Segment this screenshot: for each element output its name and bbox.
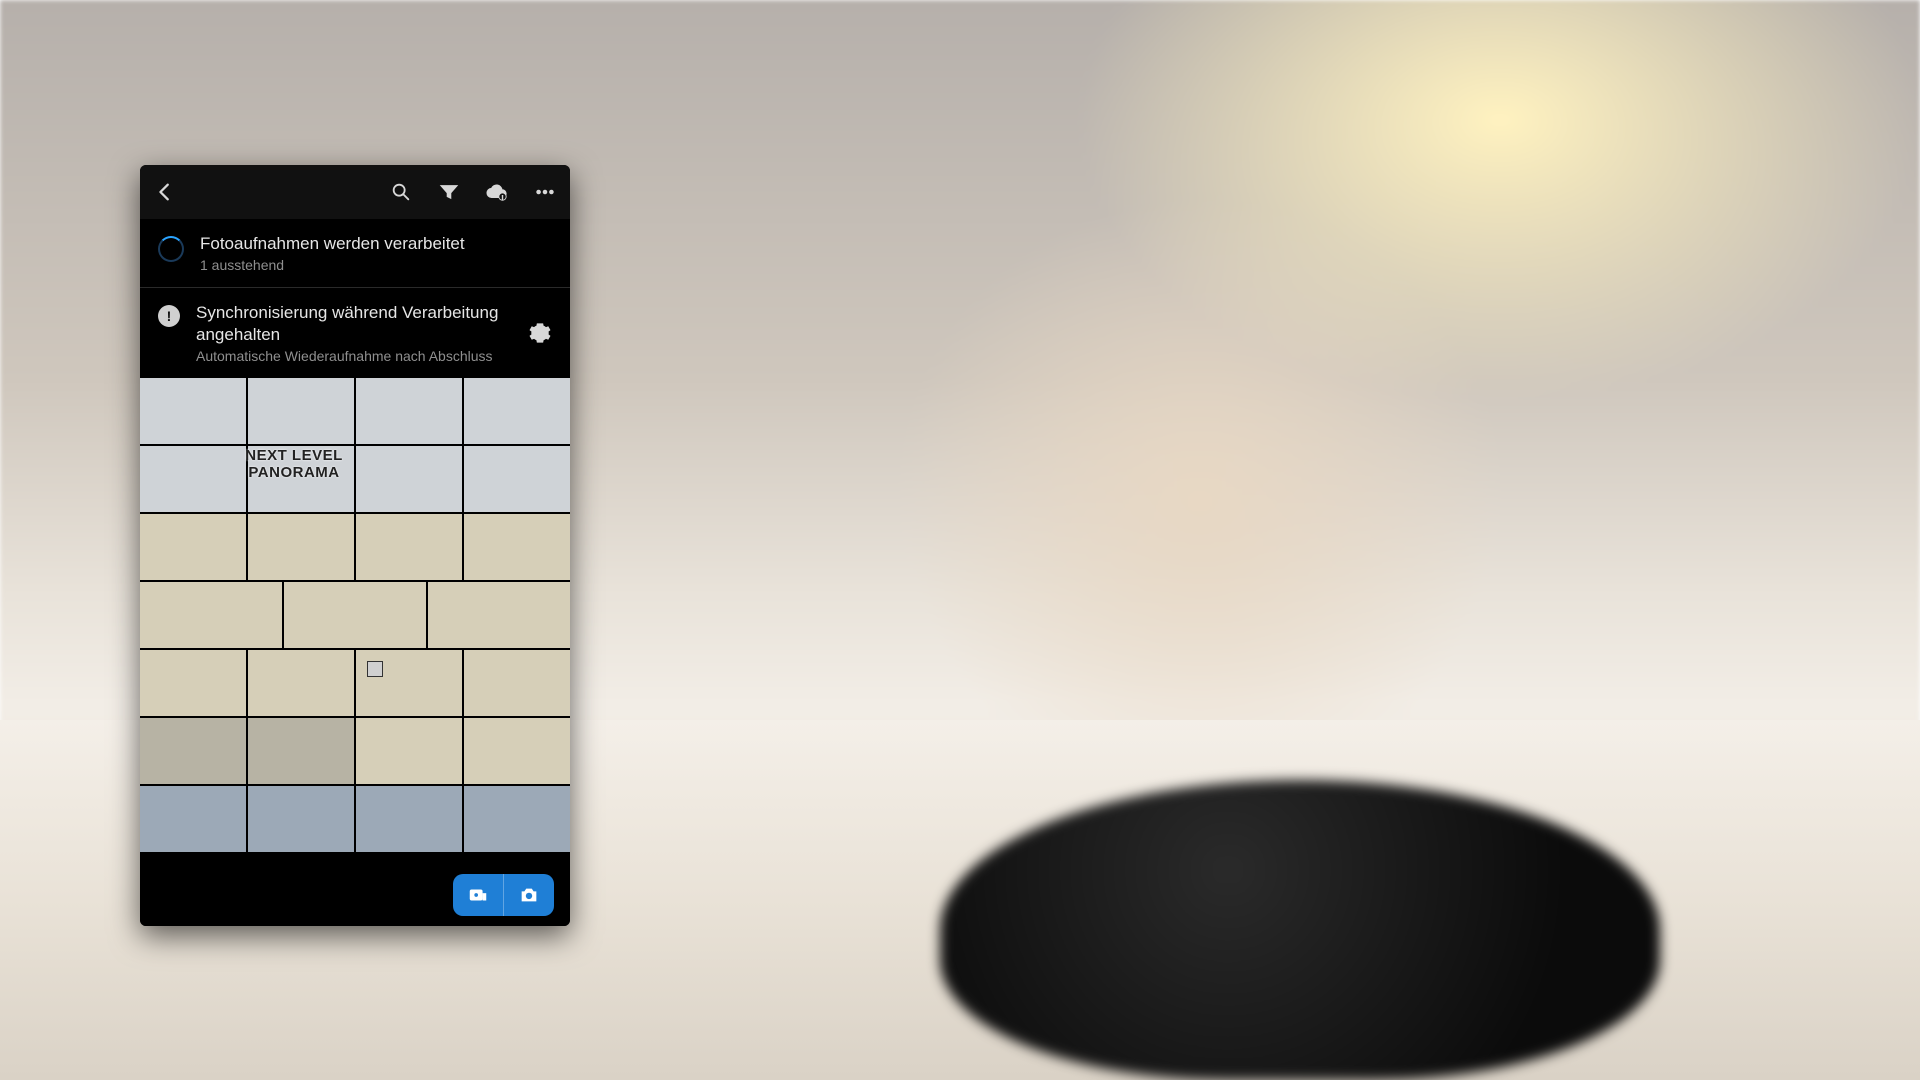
info-icon: ! — [158, 305, 180, 327]
cloud-sync-icon[interactable]: ! — [482, 177, 512, 207]
sync-subtitle: Automatische Wiederaufnahme nach Abschlu… — [196, 348, 512, 364]
add-photos-pill — [453, 874, 554, 916]
processing-title: Fotoaufnahmen werden verarbeitet — [200, 233, 465, 254]
processing-status-row[interactable]: Fotoaufnahmen werden verarbeitet 1 ausst… — [140, 219, 570, 288]
app-toolbar: ! — [140, 165, 570, 219]
sync-title: Synchronisierung während Verarbeitung an… — [196, 302, 512, 345]
search-icon[interactable] — [386, 177, 416, 207]
spinner-icon — [158, 236, 184, 262]
bottom-bar — [140, 864, 570, 926]
selection-check-icon — [367, 661, 383, 677]
back-button[interactable] — [150, 177, 180, 207]
more-icon[interactable] — [530, 177, 560, 207]
gear-icon[interactable] — [528, 318, 552, 348]
thumb-overlay-text: NEXT LEVEL PANORAMA — [238, 447, 350, 481]
phone-screen-overlay: ! Fotoaufnahmen werden verarbeitet 1 aus… — [140, 165, 570, 926]
photo-grid[interactable]: NEXT LEVEL PANORAMA — [140, 378, 570, 852]
import-button[interactable] — [453, 874, 503, 916]
processing-subtitle: 1 ausstehend — [200, 257, 465, 273]
video-foreground-blob — [940, 780, 1660, 1080]
camera-button[interactable] — [503, 874, 554, 916]
filter-icon[interactable] — [434, 177, 464, 207]
sync-status-row[interactable]: ! Synchronisierung während Verarbeitung … — [140, 288, 570, 378]
